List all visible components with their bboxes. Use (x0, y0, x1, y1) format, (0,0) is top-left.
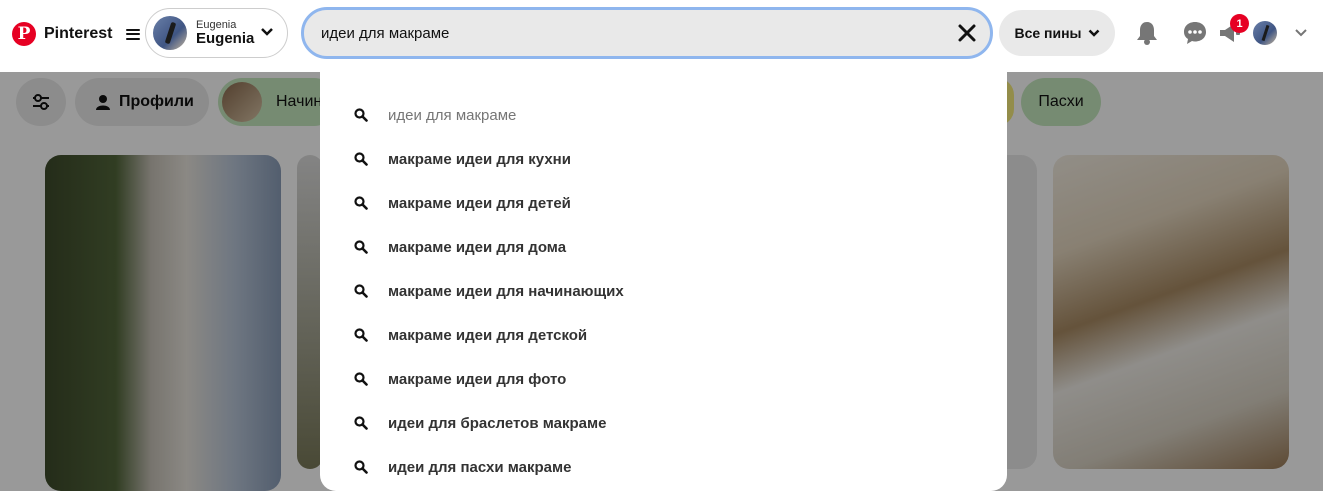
chevron-down-icon (1088, 29, 1099, 37)
search-bar (301, 7, 993, 59)
suggestion-label: макраме идеи для кухни (388, 150, 571, 168)
close-icon[interactable] (956, 22, 978, 44)
suggestion-item[interactable]: идеи для макраме (320, 93, 1007, 137)
pinterest-logo: P (12, 22, 36, 46)
suggestion-label: макраме идеи для дома (388, 238, 567, 256)
search-icon (354, 240, 368, 254)
suggestion-item[interactable]: макраме идеи для фото (320, 357, 1007, 401)
search-icon (354, 284, 368, 298)
top-header: P Pinterest Eugenia Eugenia Все пины 1 (0, 0, 1323, 72)
suggestion-item[interactable]: идеи для браслетов макраме (320, 401, 1007, 445)
suggestion-label: макраме идеи для фото (388, 370, 567, 388)
search-icon (354, 416, 368, 430)
notification-badge: 1 (1230, 14, 1249, 33)
chevron-down-icon[interactable] (1288, 20, 1314, 46)
suggestion-label: идеи для пасхи макраме (388, 458, 572, 476)
search-suggestions: идеи для макраме макраме идеи для кухни … (320, 72, 1007, 491)
suggestion-item[interactable]: идеи для пасхи макраме (320, 445, 1007, 489)
chevron-down-icon (261, 28, 273, 36)
suggestion-label: макраме идеи для детей (388, 194, 571, 212)
avatar[interactable] (1253, 21, 1277, 45)
suggestion-item[interactable]: макраме идеи для детской (320, 313, 1007, 357)
account-small-name: Eugenia (196, 18, 237, 31)
suggestion-item[interactable]: макраме идеи для детей (320, 181, 1007, 225)
search-icon (354, 108, 368, 122)
filter-label: Все пины (1014, 25, 1082, 41)
search-icon (354, 328, 368, 342)
suggestion-item[interactable]: макраме идеи для дома (320, 225, 1007, 269)
search-icon (354, 196, 368, 210)
bell-icon[interactable] (1134, 20, 1160, 46)
suggestion-item[interactable]: макраме идеи для начинающих (320, 269, 1007, 313)
all-pins-filter[interactable]: Все пины (999, 10, 1115, 56)
home-logo[interactable]: P Pinterest (12, 22, 141, 46)
suggestion-item[interactable]: макраме идеи для кухни (320, 137, 1007, 181)
hamburger-icon[interactable] (126, 28, 141, 40)
search-icon (354, 152, 368, 166)
account-switcher[interactable]: Eugenia Eugenia (145, 8, 288, 58)
suggestion-label: макраме идеи для детской (388, 326, 588, 344)
chat-icon[interactable] (1182, 20, 1208, 46)
suggestion-label: идеи для макраме (388, 106, 517, 124)
suggestion-label: макраме идеи для начинающих (388, 282, 624, 300)
search-input[interactable] (321, 24, 921, 42)
account-name: Eugenia (196, 29, 255, 47)
search-icon (354, 372, 368, 386)
avatar (153, 16, 187, 50)
search-icon (354, 460, 368, 474)
brand-name: Pinterest (44, 25, 113, 42)
suggestion-label: идеи для браслетов макраме (388, 414, 607, 432)
